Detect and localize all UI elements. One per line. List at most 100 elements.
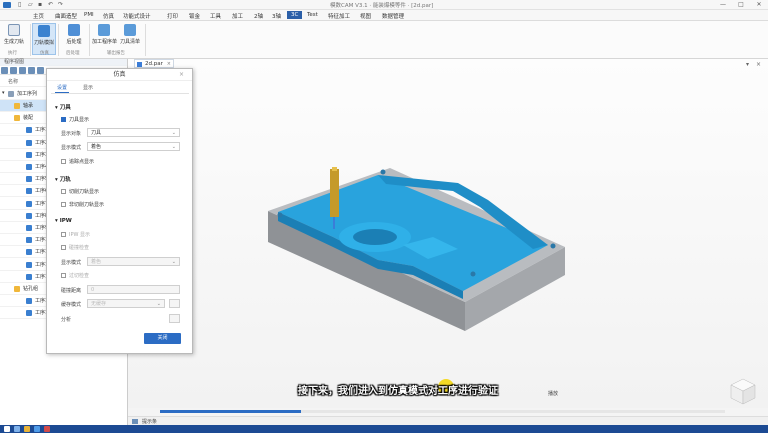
taskbar-app-icon[interactable] [34, 426, 40, 432]
document-tab-close[interactable]: × [167, 60, 171, 68]
part-model [268, 167, 565, 331]
menu-item-view[interactable]: 视图 [360, 12, 371, 20]
tolerance-value: 0 [91, 287, 95, 293]
noncut-toolpath-checkbox[interactable]: 非切削刀轨显示 [61, 201, 104, 208]
menu-item-simulation[interactable]: 仿真 [103, 12, 114, 20]
checkbox-icon [61, 245, 66, 250]
menu-item-surface[interactable]: 曲面造型 [55, 12, 77, 20]
tree-tool-icon[interactable] [37, 67, 44, 74]
viewport-close-icon[interactable]: × [756, 61, 761, 68]
close-button[interactable]: ✕ [750, 0, 768, 10]
menu-item-data-management[interactable]: 数据管理 [382, 12, 404, 20]
playback-hint: 播放 [548, 391, 559, 397]
section-tool-title: 刀具 [59, 105, 71, 111]
overcut-checkbox[interactable]: 过切检查 [61, 272, 89, 279]
menu-item-tools[interactable]: 工具 [210, 12, 221, 20]
progress-track[interactable] [160, 410, 725, 413]
status-icon [132, 419, 138, 424]
section-tool[interactable]: ▾ 刀具 [55, 103, 71, 111]
taskbar-app-icon[interactable] [24, 426, 30, 432]
show-tool-checkbox[interactable]: 刀具显示 [61, 116, 89, 123]
checkbox-checked-icon [61, 117, 66, 122]
ipw-mode-label: 显示模式 [61, 260, 82, 266]
progress-fill [160, 410, 302, 413]
tree-tool-icon[interactable] [19, 67, 26, 74]
close-dialog-button[interactable]: 关闭 [144, 333, 181, 344]
tree-row-label: 装配 [23, 115, 34, 122]
open-file-icon[interactable]: ▱ [28, 1, 33, 8]
tolerance-input[interactable]: 0 [87, 285, 180, 294]
expand-icon[interactable]: ▾ [2, 90, 5, 96]
follow-show-checkbox[interactable]: 追踪点显示 [61, 158, 94, 165]
operation-icon [26, 273, 32, 280]
menu-item-function-design[interactable]: 功能式设计 [123, 12, 151, 20]
tree-tool-icon[interactable] [10, 67, 17, 74]
cache-select[interactable]: 无缓存 ⌄ [87, 299, 165, 308]
generate-toolpath-label: 生成刀轨 [3, 39, 24, 45]
operation-icon [26, 310, 32, 317]
tool-holder [330, 169, 339, 217]
redo-icon[interactable]: ↷ [58, 1, 63, 8]
menu-item-feature-machining[interactable]: 特征加工 [328, 12, 350, 20]
toolpath-simulation-label: 刀轨模拟 [33, 40, 54, 46]
status-bar: 提示条 [128, 416, 768, 425]
taskbar-app-icon[interactable] [44, 426, 50, 432]
menu-item-machining[interactable]: 加工 [232, 12, 243, 20]
tree-tool-icon[interactable] [1, 67, 8, 74]
display-mode-select[interactable]: 着色 ⌄ [87, 142, 180, 151]
chevron-down-icon: ⌄ [171, 144, 176, 150]
document-tab[interactable]: 2d.par × [134, 59, 174, 68]
taskbar-app-icon[interactable] [14, 426, 20, 432]
checkbox-icon [61, 232, 66, 237]
ribbon-group-execute: 执行 [8, 51, 17, 56]
tab-display[interactable]: 显示 [81, 83, 95, 92]
display-object-label: 显示对象 [61, 131, 82, 137]
display-object-select[interactable]: 刀具 ⌄ [87, 128, 180, 137]
menu-item-2axis[interactable]: 2轴 [254, 12, 263, 20]
menu-item-3c[interactable]: 3C [287, 11, 303, 19]
menu-item-sheetmetal[interactable]: 钣金 [189, 12, 200, 20]
save-icon[interactable]: ▪ [38, 1, 42, 8]
dialog-close-button[interactable]: × [179, 71, 184, 78]
3d-viewport[interactable] [128, 59, 768, 409]
tab-settings[interactable]: 设置 [55, 83, 70, 93]
tree-tool-icon[interactable] [28, 67, 35, 74]
dialog-tabs: 设置 显示 [55, 83, 105, 93]
section-toolpath[interactable]: ▾ 刀轨 [55, 175, 71, 183]
tree-row-label: 轴承 [23, 103, 34, 109]
corner-hole [380, 169, 386, 175]
ipw-display-checkbox[interactable]: IPW 显示 [61, 231, 90, 238]
window-title: 模数CAM V3.1 · 能装爆模等件 · [2d.par] [330, 3, 434, 9]
ribbon-separator [30, 24, 31, 56]
ribbon: 生成刀轨 刀轨模拟 后处理 加工程序单 刀具清单 执行 仿真 后处理 输出报告 [0, 21, 768, 59]
operation-icon [14, 103, 20, 109]
menu-item-3axis[interactable]: 3轴 [272, 12, 281, 20]
undo-icon[interactable]: ↶ [48, 1, 53, 8]
simulation-icon [38, 25, 50, 37]
section-ipw[interactable]: ▾ IPW [55, 218, 72, 224]
tree-root-label: 加工序列 [17, 91, 38, 97]
cut-toolpath-checkbox[interactable]: 切削刀轨显示 [61, 188, 99, 195]
view-cube[interactable] [728, 376, 758, 406]
new-file-icon[interactable]: ▯ [18, 1, 21, 8]
collision-checkbox[interactable]: 碰撞检查 [61, 244, 89, 251]
minimize-button[interactable]: — [714, 0, 732, 10]
analysis-button[interactable] [169, 314, 180, 323]
tree-panel-title: 程序视图 [0, 59, 127, 66]
menu-item-print[interactable]: 打印 [167, 12, 178, 20]
ipw-mode-select[interactable]: 着色 ⌄ [87, 257, 180, 266]
program-sheet-label: 加工程序单 [92, 39, 118, 45]
menu-item-home[interactable]: 主页 [33, 12, 44, 20]
follow-show-label: 追踪点显示 [69, 159, 95, 165]
menu-item-pmi[interactable]: PMI [84, 12, 94, 18]
viewport-menu-icon[interactable]: ▾ [746, 61, 749, 68]
maximize-button[interactable]: □ [732, 0, 750, 10]
start-icon[interactable] [4, 426, 10, 432]
menu-item-test[interactable]: Test [307, 12, 318, 18]
corner-hole [470, 271, 476, 277]
cache-settings-button[interactable] [169, 299, 180, 308]
tolerance-label: 碰撞距离 [61, 288, 82, 294]
operation-icon [26, 237, 32, 244]
analysis-label: 分析 [61, 317, 72, 323]
tool-list-icon [124, 24, 136, 36]
